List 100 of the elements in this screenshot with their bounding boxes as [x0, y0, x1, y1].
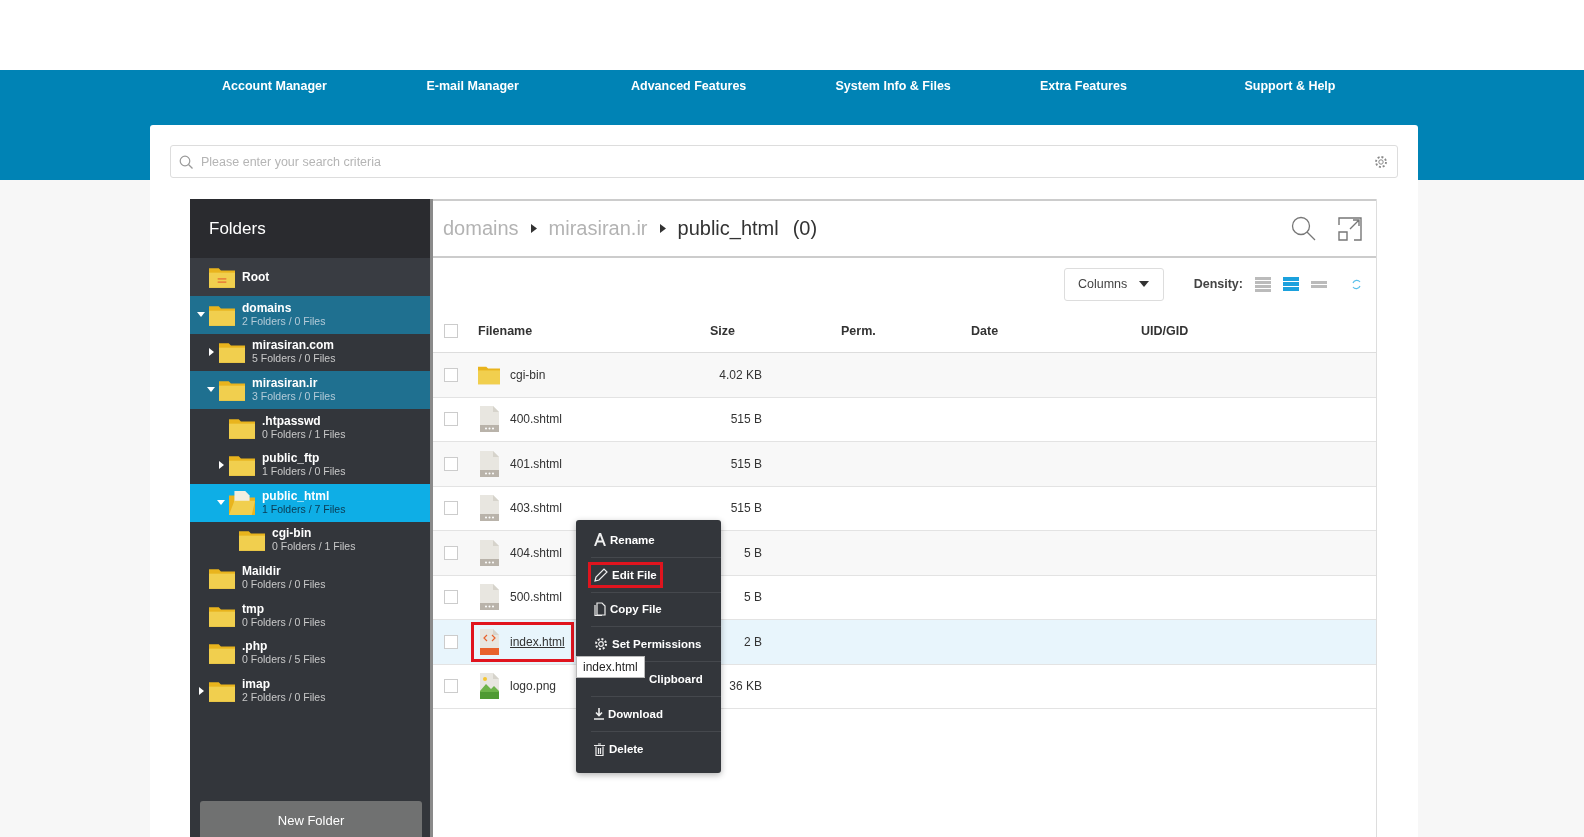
- breadcrumb-link[interactable]: public_html: [677, 217, 779, 240]
- chevron-right-icon: [530, 224, 537, 233]
- folder-icon: [209, 679, 235, 702]
- gear-icon: [594, 637, 608, 652]
- column-header[interactable]: UID/GID: [1141, 324, 1189, 338]
- density-option-icon[interactable]: [1311, 280, 1327, 288]
- folder-icon: [229, 416, 255, 439]
- folder-icon: [209, 566, 235, 589]
- nav-link[interactable]: Advanced Features: [631, 79, 747, 93]
- folder-item[interactable]: .php 0 Folders / 5 Files: [190, 634, 430, 672]
- folder-item[interactable]: mirasiran.ir 3 Folders / 0 Files: [190, 371, 430, 409]
- column-header[interactable]: Date: [971, 324, 999, 338]
- row-checkbox[interactable]: [444, 367, 458, 382]
- search-field[interactable]: Please enter your search criteria: [170, 145, 1398, 178]
- nav-link[interactable]: Account Manager: [222, 79, 327, 93]
- select-all-checkbox[interactable]: [444, 324, 458, 338]
- density-option-icon[interactable]: [1255, 276, 1271, 292]
- caret-down-icon[interactable]: [217, 500, 225, 506]
- column-header[interactable]: Filename: [478, 324, 533, 338]
- trash-icon: [594, 742, 605, 756]
- file-row[interactable]: cgi-bin 4.02 KB: [433, 353, 1376, 398]
- file-name[interactable]: 500.shtml: [510, 590, 563, 605]
- nav-link[interactable]: System Info & Files: [835, 79, 951, 93]
- file-name[interactable]: 403.shtml: [510, 501, 563, 516]
- folder-item[interactable]: domains 2 Folders / 0 Files: [190, 296, 430, 334]
- folder-name: Maildir: [242, 564, 282, 578]
- folder-info: 2 Folders / 0 Files: [242, 690, 326, 704]
- menu-item[interactable]: Copy File: [588, 596, 668, 623]
- folder-item[interactable]: cgi-bin 0 Folders / 1 Files: [190, 521, 430, 560]
- caret-down-icon[interactable]: [207, 387, 215, 393]
- file-size: 5 B: [743, 545, 762, 560]
- folder-item[interactable]: Root: [190, 258, 430, 296]
- folder-name: mirasiran.ir: [252, 377, 319, 390]
- row-checkbox[interactable]: [444, 634, 458, 649]
- menu-item[interactable]: Delete: [588, 736, 650, 762]
- density-option-icon[interactable]: [1283, 277, 1299, 291]
- folder-info: 0 Folders / 0 Files: [242, 615, 326, 629]
- folder-name: Root: [242, 270, 270, 284]
- folder-info: 0 Folders / 5 Files: [242, 653, 326, 667]
- nav-link[interactable]: Extra Features: [1040, 79, 1127, 93]
- caret-right-icon[interactable]: [198, 686, 204, 695]
- file-name[interactable]: 401.shtml: [510, 456, 563, 471]
- density-label: Density:: [1193, 277, 1243, 291]
- image-file-icon: [479, 673, 499, 700]
- folder-name: mirasiran.com: [252, 339, 336, 353]
- folder-icon: [478, 364, 500, 385]
- file-name[interactable]: index.html: [510, 634, 565, 649]
- column-header[interactable]: Perm.: [841, 324, 876, 338]
- folder-item[interactable]: Maildir 0 Folders / 0 Files: [190, 559, 430, 597]
- settings-icon[interactable]: [1374, 155, 1388, 169]
- nav-link[interactable]: E-mail Manager: [426, 79, 519, 93]
- row-checkbox[interactable]: [444, 679, 458, 694]
- file-row[interactable]: 401.shtml 515 B: [433, 442, 1376, 487]
- html-file-icon: [479, 628, 499, 655]
- open-folder-icon: [229, 490, 255, 515]
- folder-name: domains: [242, 301, 293, 315]
- chevron-right-icon: [659, 224, 666, 233]
- letter-a-icon: [594, 533, 606, 547]
- folder-icon: [209, 642, 235, 665]
- folder-name: tmp: [242, 602, 265, 616]
- folder-info: 5 Folders / 0 Files: [252, 352, 336, 366]
- file-name[interactable]: logo.png: [510, 679, 557, 694]
- row-checkbox[interactable]: [444, 412, 458, 427]
- file-name[interactable]: 400.shtml: [510, 412, 563, 427]
- columns-dropdown[interactable]: Columns: [1063, 267, 1164, 301]
- file-size: 4.02 KB: [718, 367, 762, 382]
- root-folder-icon: [209, 266, 235, 288]
- tooltip: index.html: [576, 656, 645, 678]
- row-checkbox[interactable]: [444, 456, 458, 471]
- column-header[interactable]: Size: [710, 324, 735, 338]
- file-icon: [479, 406, 499, 433]
- new-folder-button[interactable]: New Folder: [200, 801, 422, 837]
- folder-item[interactable]: public_ftp 1 Folders / 0 Files: [190, 446, 430, 484]
- nav-link[interactable]: Support & Help: [1244, 79, 1336, 93]
- caret-right-icon[interactable]: [208, 348, 214, 357]
- row-checkbox[interactable]: [444, 501, 458, 516]
- folder-icon: [219, 379, 245, 401]
- row-checkbox[interactable]: [444, 545, 458, 560]
- menu-item[interactable]: Set Permissions: [588, 631, 708, 658]
- file-name[interactable]: 404.shtml: [510, 545, 563, 560]
- refresh-icon[interactable]: [1351, 278, 1362, 290]
- menu-item[interactable]: Edit File: [588, 561, 663, 588]
- folder-item[interactable]: tmp 0 Folders / 0 Files: [190, 596, 430, 635]
- file-icon: [479, 539, 499, 566]
- folder-info: 2 Folders / 0 Files: [242, 314, 326, 328]
- folder-item[interactable]: public_html 1 Folders / 7 Files: [190, 483, 430, 522]
- folder-info: 0 Folders / 1 Files: [272, 540, 356, 554]
- expand-icon[interactable]: [1338, 216, 1362, 241]
- row-checkbox[interactable]: [444, 590, 458, 605]
- folder-name: .php: [242, 640, 269, 654]
- folder-item[interactable]: imap 2 Folders / 0 Files: [190, 671, 430, 710]
- file-size: 515 B: [729, 456, 762, 471]
- download-icon: [594, 707, 604, 720]
- caret-right-icon[interactable]: [218, 461, 224, 470]
- file-name[interactable]: cgi-bin: [510, 367, 546, 382]
- folder-item[interactable]: mirasiran.com 5 Folders / 0 Files: [190, 333, 430, 372]
- search-icon[interactable]: [1291, 216, 1316, 241]
- file-size: 515 B: [729, 412, 762, 427]
- folder-item[interactable]: .htpasswd 0 Folders / 1 Files: [190, 408, 430, 447]
- caret-down-icon[interactable]: [197, 312, 205, 318]
